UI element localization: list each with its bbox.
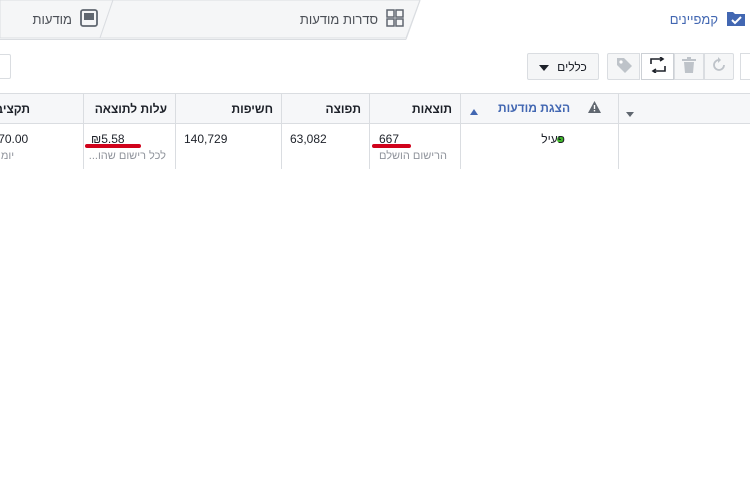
- header-delivery-label: הצגת מודעות: [498, 101, 571, 115]
- warning-icon: [588, 101, 601, 116]
- sort-ascending-icon: [470, 104, 478, 118]
- campaigns-table: תקציב עלות לתוצאה חשיפות תפוצה תוצאות הצ…: [0, 93, 750, 169]
- header-budget[interactable]: תקציב: [0, 93, 30, 124]
- trash-icon: [682, 57, 696, 76]
- header-delivery[interactable]: הצגת מודעות: [460, 93, 618, 124]
- delete-button[interactable]: [674, 53, 704, 80]
- grid-icon: [386, 8, 404, 30]
- header-results[interactable]: תוצאות: [369, 93, 460, 124]
- annotation-underline: [372, 144, 411, 148]
- delivery-status: פעיל: [541, 132, 565, 146]
- duplicate-icon: [649, 56, 667, 76]
- duplicate-button[interactable]: [641, 53, 674, 80]
- tab-ad-sets[interactable]: סדרות מודעות: [292, 0, 404, 38]
- tab-ad-sets-label: סדרות מודעות: [299, 11, 378, 27]
- header-results-label: תוצאות: [412, 101, 452, 116]
- budget-value: ₪70.00: [0, 132, 29, 146]
- tag-button[interactable]: [607, 53, 640, 80]
- revert-button[interactable]: [704, 53, 734, 80]
- annotation-underline: [85, 144, 141, 148]
- toolbar-left-control[interactable]: [0, 54, 11, 79]
- cell-cost-per-result: ₪5.58 לכל רישום שהו...: [83, 124, 175, 169]
- refresh-icon: [711, 57, 727, 76]
- budget-period: יומי: [0, 150, 15, 162]
- cell-impressions: 140,729: [175, 124, 281, 169]
- impressions-value: 140,729: [184, 132, 228, 146]
- cell-results: 667 הרישום הושלם: [369, 124, 460, 169]
- tab-bar: קמפיינים סדרות מודעות מודעות: [0, 0, 750, 40]
- tab-campaigns[interactable]: קמפיינים: [626, 0, 746, 38]
- header-reach-label: תפוצה: [325, 101, 361, 116]
- tab-ads[interactable]: מודעות: [26, 0, 98, 38]
- cost-per-result-type: לכל רישום שהו...: [88, 150, 166, 162]
- toolbar-overflow-button[interactable]: [740, 53, 750, 80]
- toolbar: כללים: [0, 40, 750, 93]
- header-cost-per-result-label: עלות לתוצאה: [94, 101, 167, 116]
- rules-label: כללים: [557, 59, 587, 74]
- cell-budget: ₪70.00 יומי: [0, 124, 83, 169]
- header-impressions[interactable]: חשיפות: [175, 93, 281, 124]
- reach-value: 63,082: [290, 132, 327, 146]
- ad-preview-icon: [80, 8, 98, 30]
- results-type: הרישום הושלם: [378, 150, 447, 162]
- header-select-dropdown[interactable]: [618, 93, 750, 124]
- header-impressions-label: חשיפות: [231, 101, 273, 116]
- caret-down-icon: [539, 60, 550, 74]
- cell-delivery: פעיל: [460, 124, 618, 169]
- folder-check-icon: [726, 9, 746, 30]
- header-reach[interactable]: תפוצה: [281, 93, 369, 124]
- rules-dropdown-button[interactable]: כללים: [527, 53, 599, 80]
- tag-icon: [615, 56, 633, 77]
- caret-down-icon: [626, 106, 634, 120]
- cell-reach: 63,082: [281, 124, 369, 169]
- tab-ads-label: מודעות: [32, 11, 72, 27]
- tab-campaigns-label: קמפיינים: [669, 11, 718, 27]
- header-cost-per-result[interactable]: עלות לתוצאה: [83, 93, 175, 124]
- header-budget-label: תקציב: [0, 101, 30, 116]
